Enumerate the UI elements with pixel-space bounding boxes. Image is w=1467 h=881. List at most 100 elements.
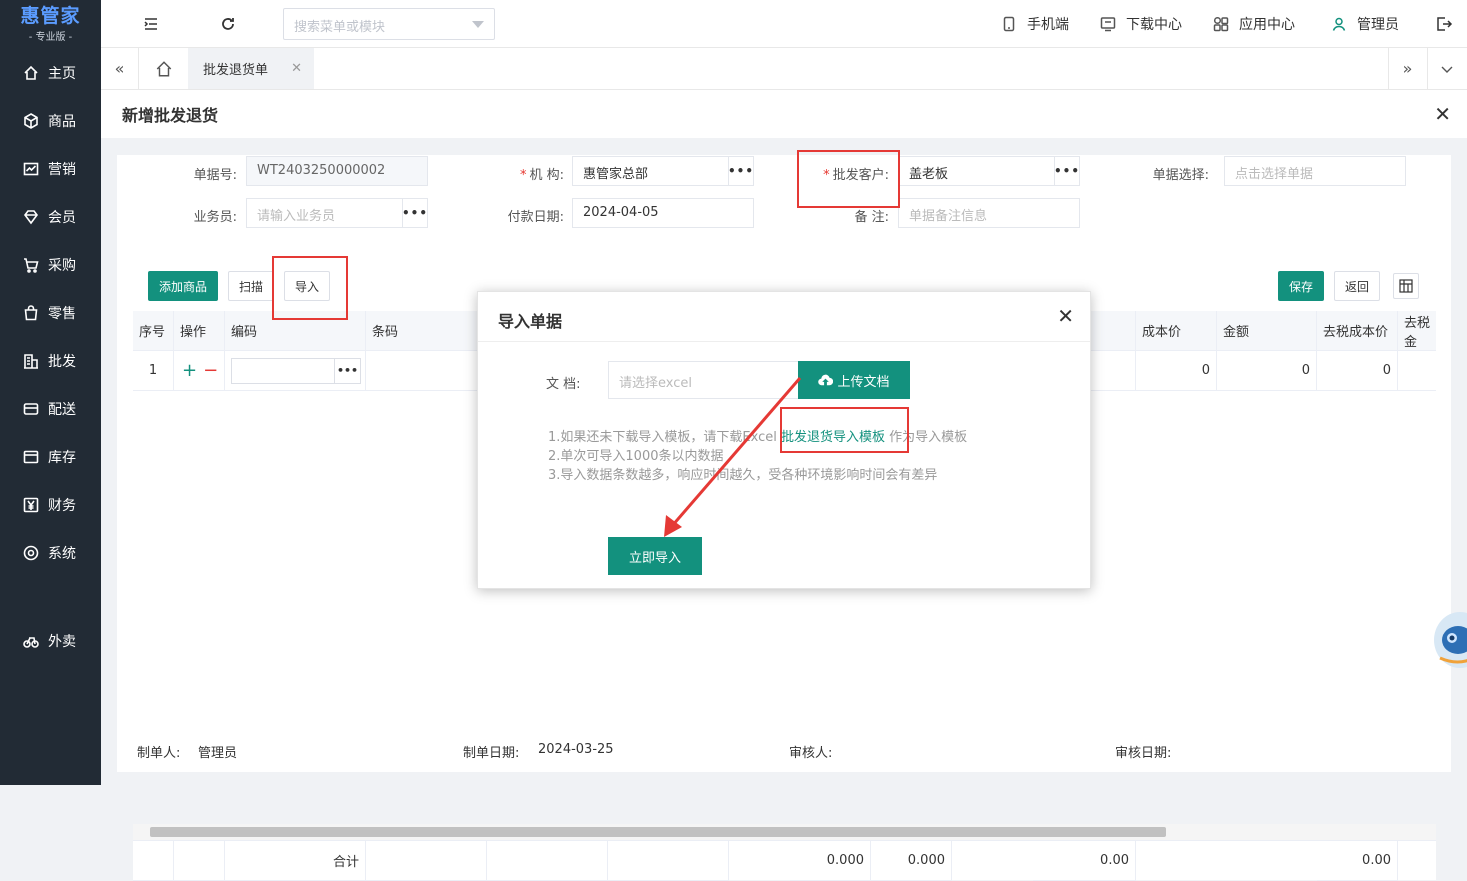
import-now-button[interactable]: 立即导入 (608, 537, 702, 575)
file-input[interactable]: 请选择excel (608, 361, 800, 399)
chevron-down-icon (472, 21, 484, 28)
remove-row-icon[interactable]: − (203, 360, 218, 381)
pay-date-label: 付款日期: (507, 210, 564, 225)
settings-icon (23, 545, 39, 561)
sidebar-item-retail[interactable]: 零售 (0, 289, 101, 337)
file-label: 文 档: (546, 377, 581, 392)
save-button[interactable]: 保存 (1278, 271, 1324, 301)
sidebar-item-label: 外卖 (48, 634, 76, 650)
sidebar-item-home[interactable]: 主页 (0, 49, 101, 97)
hint-line-1: 1.如果还未下载导入模板，请下载Excel 批发退货导入模板 作为导入模板 (548, 430, 968, 445)
import-button[interactable]: 导入 (284, 271, 330, 301)
row-cost-cell[interactable]: 0 (1136, 351, 1217, 391)
salesman-field[interactable]: 请输入业务员 (246, 198, 404, 228)
tab-scroll-right-button[interactable]: » (1388, 48, 1426, 89)
form-card: 单据号: WT2403250000002 * 机 构: 惠管家总部 ••• * 批发… (117, 155, 1451, 250)
doc-no-label: 单据号: (193, 168, 237, 183)
diamond-icon (24, 210, 38, 225)
tab-bar: « 批发退货单 ✕ » (101, 48, 1467, 90)
sidebar-item-delivery[interactable]: 配送 (0, 385, 101, 433)
col-header: 操作 (174, 311, 225, 351)
sidebar-item-label: 零售 (48, 306, 76, 322)
logout-icon[interactable] (1433, 14, 1453, 34)
refresh-icon[interactable] (218, 14, 238, 34)
sidebar-item-finance[interactable]: 财务 (0, 481, 101, 529)
customer-picker-button[interactable]: ••• (1054, 156, 1080, 186)
assistant-robot-icon[interactable] (1430, 600, 1467, 670)
customer-field[interactable]: 盖老板 (898, 156, 1056, 186)
sidebar-item-wholesale[interactable]: 批发 (0, 337, 101, 385)
user-icon (1332, 17, 1346, 31)
user-menu[interactable]: 管理员 (1331, 14, 1399, 34)
col-header: 去税成本价 (1317, 311, 1398, 351)
tab-label: 批发退货单 (203, 63, 269, 78)
tab-home[interactable] (145, 48, 183, 89)
logo-title: 惠管家 (20, 4, 81, 27)
scan-button[interactable]: 扫描 (228, 271, 274, 301)
close-icon[interactable]: ✕ (1434, 102, 1451, 126)
grid-icon (1213, 16, 1229, 32)
make-date-value: 2024-03-25 (538, 742, 614, 757)
doc-select-field[interactable]: 点击选择单据 (1224, 156, 1406, 186)
dialog-title: 导入单据 (498, 312, 563, 331)
auditor-label: 审核人: (789, 746, 833, 761)
template-download-link[interactable]: 批发退货导入模板 (781, 430, 885, 445)
sidebar-item-takeout[interactable]: 外卖 (0, 617, 101, 665)
close-icon[interactable]: ✕ (291, 61, 302, 76)
tab-scroll-left-button[interactable]: « (101, 48, 139, 89)
bag-icon (24, 305, 38, 321)
download-center-link[interactable]: 下载中心 (1100, 14, 1182, 34)
org-picker-button[interactable]: ••• (728, 156, 754, 186)
home-icon (24, 65, 38, 80)
download-label: 下载中心 (1126, 17, 1182, 33)
pay-date-field[interactable]: 2024-04-05 (572, 198, 754, 228)
row-cost-ex-tax-cell[interactable]: 0 (1317, 351, 1398, 391)
search-input[interactable]: 搜索菜单或模块 (283, 8, 495, 40)
user-name: 管理员 (1357, 17, 1399, 33)
apps-label: 应用中心 (1239, 17, 1295, 33)
page-header: 新增批发退货 ✕ (101, 90, 1467, 138)
sidebar-item-label: 配送 (48, 402, 76, 418)
yen-icon (23, 497, 39, 513)
code-picker-button[interactable]: ••• (335, 357, 361, 384)
cart-icon (24, 258, 39, 273)
sidebar-item-label: 系统 (48, 546, 76, 562)
horizontal-scrollbar[interactable] (133, 824, 1436, 840)
salesman-picker-button[interactable]: ••• (402, 198, 428, 228)
remark-field[interactable]: 单据备注信息 (898, 198, 1080, 228)
doc-no-field: WT2403250000002 (246, 156, 428, 186)
tab-wholesale-return[interactable]: 批发退货单 ✕ (188, 48, 314, 89)
tab-menu-dropdown[interactable] (1427, 48, 1465, 89)
sidebar-item-label: 会员 (48, 210, 76, 226)
import-dialog: 导入单据 ✕ 文 档: 请选择excel 上传文档 1.如果还未下载导入模板，请… (477, 291, 1091, 589)
phone-icon (1003, 16, 1015, 32)
scrollbar-thumb[interactable] (150, 827, 1166, 837)
app-center-link[interactable]: 应用中心 (1213, 14, 1295, 34)
mobile-link[interactable]: 手机端 (1001, 14, 1069, 34)
sidebar-item-label: 营销 (48, 162, 76, 178)
col-header: 去税金 (1398, 311, 1436, 351)
add-row-icon[interactable]: + (182, 360, 197, 381)
sidebar-item-inventory[interactable]: 库存 (0, 433, 101, 481)
sidebar-item-marketing[interactable]: 营销 (0, 145, 101, 193)
footer-total: 0.00 (1317, 841, 1398, 881)
add-goods-button[interactable]: 添加商品 (148, 271, 218, 301)
row-code-cell: ••• (225, 351, 366, 391)
code-input[interactable] (231, 357, 335, 384)
column-settings-button[interactable] (1393, 273, 1419, 299)
sidebar-item-system[interactable]: 系统 (0, 529, 101, 577)
sidebar-item-goods[interactable]: 商品 (0, 97, 101, 145)
table-footer-row: 合计 0.000 0.000 0.00 0.00 (133, 840, 1436, 881)
page-title: 新增批发退货 (122, 106, 219, 125)
sidebar-item-member[interactable]: 会员 (0, 193, 101, 241)
dialog-divider (478, 341, 1090, 342)
sidebar-item-purchase[interactable]: 采购 (0, 241, 101, 289)
doc-select-label: 单据选择: (1152, 168, 1209, 183)
org-field[interactable]: 惠管家总部 (572, 156, 730, 186)
row-amount-cell[interactable]: 0 (1217, 351, 1317, 391)
upload-button[interactable]: 上传文档 (798, 361, 910, 399)
close-icon[interactable]: ✕ (1057, 304, 1074, 328)
back-button[interactable]: 返回 (1334, 271, 1380, 301)
col-header: 序号 (133, 311, 174, 351)
menu-collapse-icon[interactable] (141, 14, 161, 34)
